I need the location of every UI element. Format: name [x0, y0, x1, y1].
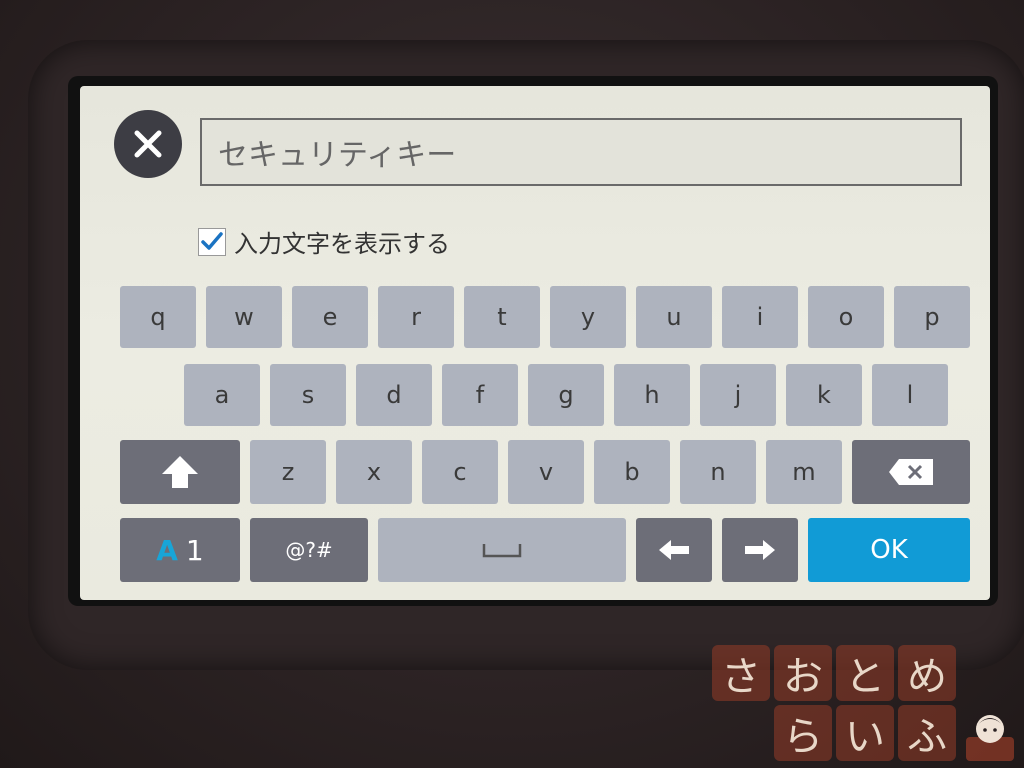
show-input-toggle[interactable]: 入力文字を表示する	[198, 224, 450, 259]
key-q[interactable]: q	[120, 286, 196, 348]
key-g[interactable]: g	[528, 364, 604, 426]
backspace-key[interactable]	[852, 440, 970, 504]
key-t[interactable]: t	[464, 286, 540, 348]
key-f[interactable]: f	[442, 364, 518, 426]
key-z[interactable]: z	[250, 440, 326, 504]
key-e[interactable]: e	[292, 286, 368, 348]
key-n[interactable]: n	[680, 440, 756, 504]
key-u[interactable]: u	[636, 286, 712, 348]
mode-key[interactable]: A 1	[120, 518, 240, 582]
watermark-char: い	[836, 705, 894, 761]
key-x[interactable]: x	[336, 440, 412, 504]
ok-button[interactable]: OK	[808, 518, 970, 582]
key-p[interactable]: p	[894, 286, 970, 348]
touch-screen: セキュリティキー 入力文字を表示する q w e r t y u i o p a…	[80, 86, 990, 600]
key-m[interactable]: m	[766, 440, 842, 504]
mode-num-label: 1	[185, 533, 204, 567]
backspace-icon	[889, 459, 933, 485]
right-arrow-icon	[745, 540, 775, 560]
security-key-field[interactable]: セキュリティキー	[200, 118, 962, 186]
key-b[interactable]: b	[594, 440, 670, 504]
close-icon	[134, 130, 162, 158]
watermark-char: さ	[712, 645, 770, 701]
cursor-right-key[interactable]	[722, 518, 798, 582]
field-placeholder: セキュリティキー	[218, 138, 457, 173]
key-c[interactable]: c	[422, 440, 498, 504]
symbols-key[interactable]: @?#	[250, 518, 368, 582]
key-d[interactable]: d	[356, 364, 432, 426]
watermark-char: お	[774, 645, 832, 701]
key-l[interactable]: l	[872, 364, 948, 426]
watermark-char: ら	[774, 705, 832, 761]
space-icon	[482, 544, 522, 558]
key-y[interactable]: y	[550, 286, 626, 348]
checkmark-icon	[201, 231, 223, 250]
mascot-icon	[966, 715, 1014, 761]
space-key[interactable]	[378, 518, 626, 582]
key-r[interactable]: r	[378, 286, 454, 348]
cursor-left-key[interactable]	[636, 518, 712, 582]
site-watermark: さ お と め ら い ふ	[712, 645, 1022, 767]
watermark-char: ふ	[898, 705, 956, 761]
mode-alpha-label: A	[156, 533, 178, 567]
key-a[interactable]: a	[184, 364, 260, 426]
watermark-char: と	[836, 645, 894, 701]
key-h[interactable]: h	[614, 364, 690, 426]
key-v[interactable]: v	[508, 440, 584, 504]
key-k[interactable]: k	[786, 364, 862, 426]
key-o[interactable]: o	[808, 286, 884, 348]
key-i[interactable]: i	[722, 286, 798, 348]
shift-arrow-icon	[162, 456, 198, 488]
show-input-label: 入力文字を表示する	[234, 230, 450, 258]
key-s[interactable]: s	[270, 364, 346, 426]
close-button[interactable]	[114, 110, 182, 178]
shift-key[interactable]	[120, 440, 240, 504]
left-arrow-icon	[659, 540, 689, 560]
show-input-checkbox[interactable]	[198, 227, 226, 256]
key-j[interactable]: j	[700, 364, 776, 426]
key-w[interactable]: w	[206, 286, 282, 348]
watermark-char: め	[898, 645, 956, 701]
